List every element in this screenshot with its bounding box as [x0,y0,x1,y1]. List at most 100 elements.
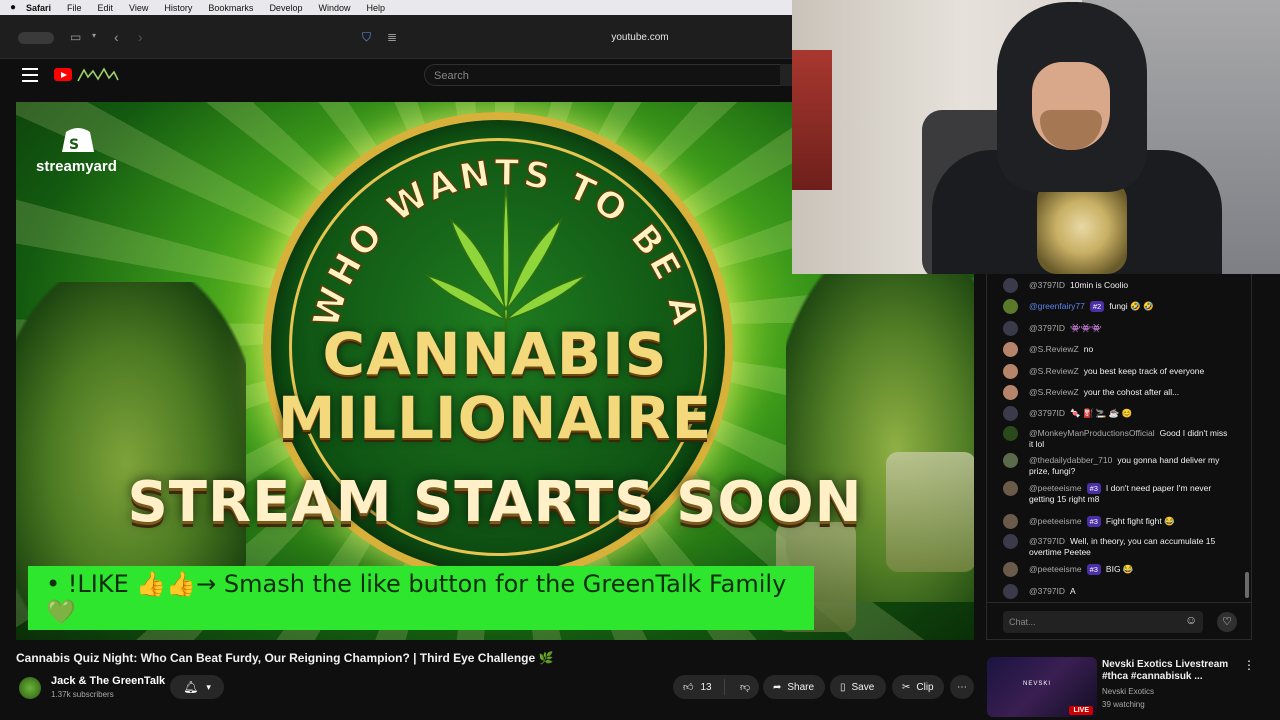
thumbnail-label: NEVSKI [1023,681,1052,687]
live-chat-panel: @3797ID 10min is Coolio @greenfairy77 #2 fu… [986,274,1252,640]
scissors-icon: ✂ [902,681,911,693]
save-label: Save [851,681,875,693]
avatar [1003,453,1018,468]
chat-text: no [1083,344,1094,354]
channel-avatar[interactable] [19,677,41,699]
chat-author[interactable]: @MonkeyManProductionsOfficial [1029,428,1155,438]
avatar [1003,385,1018,400]
chat-input[interactable]: Chat... [1003,611,1203,633]
chat-author[interactable]: @peeteeisme [1029,483,1082,493]
search-input[interactable]: Search [424,64,782,86]
rank-badge: #3 [1086,564,1101,575]
heart-icon[interactable]: ♡ [1217,612,1237,632]
rank-badge: #3 [1086,516,1101,527]
chat-author[interactable]: @3797ID [1029,408,1065,418]
bookmark-icon: ▯ [840,681,846,693]
avatar [1003,534,1018,549]
thumbs-up-icon: 👍︎ [683,682,694,693]
apple-menu-icon[interactable]: ● [0,2,26,13]
chat-scrollbar[interactable] [1245,572,1249,598]
like-ticker-banner: • !LIKE 👍👍→ Smash the like button for th… [28,566,814,630]
avatar [1003,406,1018,421]
clip-label: Clip [916,681,934,693]
menu-view[interactable]: View [129,3,148,13]
back-button[interactable]: ‹ [114,29,119,45]
greentalk-logo-icon [77,67,119,82]
chat-text: Fight fight fight 😂 [1105,516,1175,526]
save-button[interactable]: ▯ Save [830,675,886,699]
more-horizontal-icon: ⋯ [957,681,967,693]
recommended-thumbnail[interactable]: NEVSKI LIVE [987,657,1097,717]
chat-author[interactable]: @greenfairy77 [1029,301,1085,311]
avatar [1003,584,1018,599]
notifications-button[interactable]: 🔔︎ ▾ [170,675,224,699]
recommended-title[interactable]: Nevski Exotics Livestream #thca #cannabi… [1102,659,1232,683]
share-arrow-icon: ➦ [773,681,782,693]
chat-author[interactable]: @3797ID [1029,586,1065,596]
youtube-logo-icon[interactable] [54,68,72,81]
privacy-shield-icon[interactable]: ⛉ [362,30,371,45]
live-badge: LIVE [1069,706,1093,715]
menu-help[interactable]: Help [366,3,385,13]
chat-author[interactable]: @S.ReviewZ [1029,344,1079,354]
menu-safari[interactable]: Safari [26,3,51,13]
video-title: Cannabis Quiz Night: Who Can Beat Furdy,… [16,651,554,665]
safari-toolbar: ▭ ▾ ‹ › ⛉ ≣ youtube.com [0,15,792,59]
chat-author[interactable]: @peeteeisme [1029,564,1082,574]
bell-icon: 🔔︎ [183,680,199,694]
svg-text:S: S [69,137,79,153]
window-controls[interactable] [18,32,54,44]
like-count: 13 [700,681,712,693]
chat-author[interactable]: @S.ReviewZ [1029,366,1079,376]
share-button[interactable]: ➦ Share [763,675,825,699]
avatar [1003,299,1018,314]
chat-text: A [1070,586,1076,596]
menu-window[interactable]: Window [318,3,350,13]
avatar [1003,562,1018,577]
thumbs-down-icon: 👎︎ [740,682,751,693]
chat-author[interactable]: @3797ID [1029,323,1065,333]
chat-text: 🍬 ⛽ 🚬 ☕ 😊 [1070,408,1133,418]
menu-edit[interactable]: Edit [98,3,114,13]
menu-icon[interactable] [22,68,38,82]
chat-author[interactable]: @3797ID [1029,536,1065,546]
avatar [1003,364,1018,379]
avatar [1003,278,1018,293]
like-button[interactable]: 👍︎ 13 [673,679,725,695]
channel-name[interactable]: Jack & The GreenTalk [51,675,165,687]
chat-author[interactable]: @thedailydabber_710 [1029,455,1112,465]
rank-badge: #3 [1086,483,1101,494]
webcam-overlay [792,0,1280,274]
chat-author[interactable]: @peeteeisme [1029,516,1082,526]
stream-starts-soon: STREAM STARTS SOON [127,470,863,535]
menu-file[interactable]: File [67,3,82,13]
avatar [1003,514,1018,529]
channel-logo[interactable] [76,67,120,83]
chevron-down-icon[interactable]: ▾ [92,31,96,40]
avatar [1003,426,1018,441]
streamyard-brand: streamyard [36,158,117,175]
dislike-button[interactable]: 👎︎ [731,681,750,693]
sidebar-toggle-icon[interactable]: ▭ [70,30,81,44]
webcam-hoodie-print [1037,180,1127,274]
menu-develop[interactable]: Develop [269,3,302,13]
youtube-header: Search [0,59,792,99]
chat-author[interactable]: @3797ID [1029,280,1065,290]
avatar [1003,481,1018,496]
chat-author[interactable]: @S.ReviewZ [1029,387,1079,397]
forward-button[interactable]: › [138,29,143,45]
webcam-background [792,50,832,190]
streamyard-logo-icon: S [62,128,94,153]
menu-history[interactable]: History [164,3,192,13]
chat-text: fungi 🤣 🤣 [1109,301,1154,311]
more-actions-button[interactable]: ⋯ [950,675,974,699]
menu-bookmarks[interactable]: Bookmarks [208,3,253,13]
reader-icon[interactable]: ≣ [387,30,397,44]
search-button[interactable] [780,64,792,86]
recommended-channel[interactable]: Nevski Exotics [1102,687,1154,696]
clip-button[interactable]: ✂ Clip [892,675,944,699]
emoji-icon[interactable]: ☺ [1185,613,1197,627]
more-vertical-icon[interactable]: ⋮ [1243,658,1255,672]
address-bar[interactable]: youtube.com [560,32,720,43]
rank-badge: #2 [1089,301,1105,312]
